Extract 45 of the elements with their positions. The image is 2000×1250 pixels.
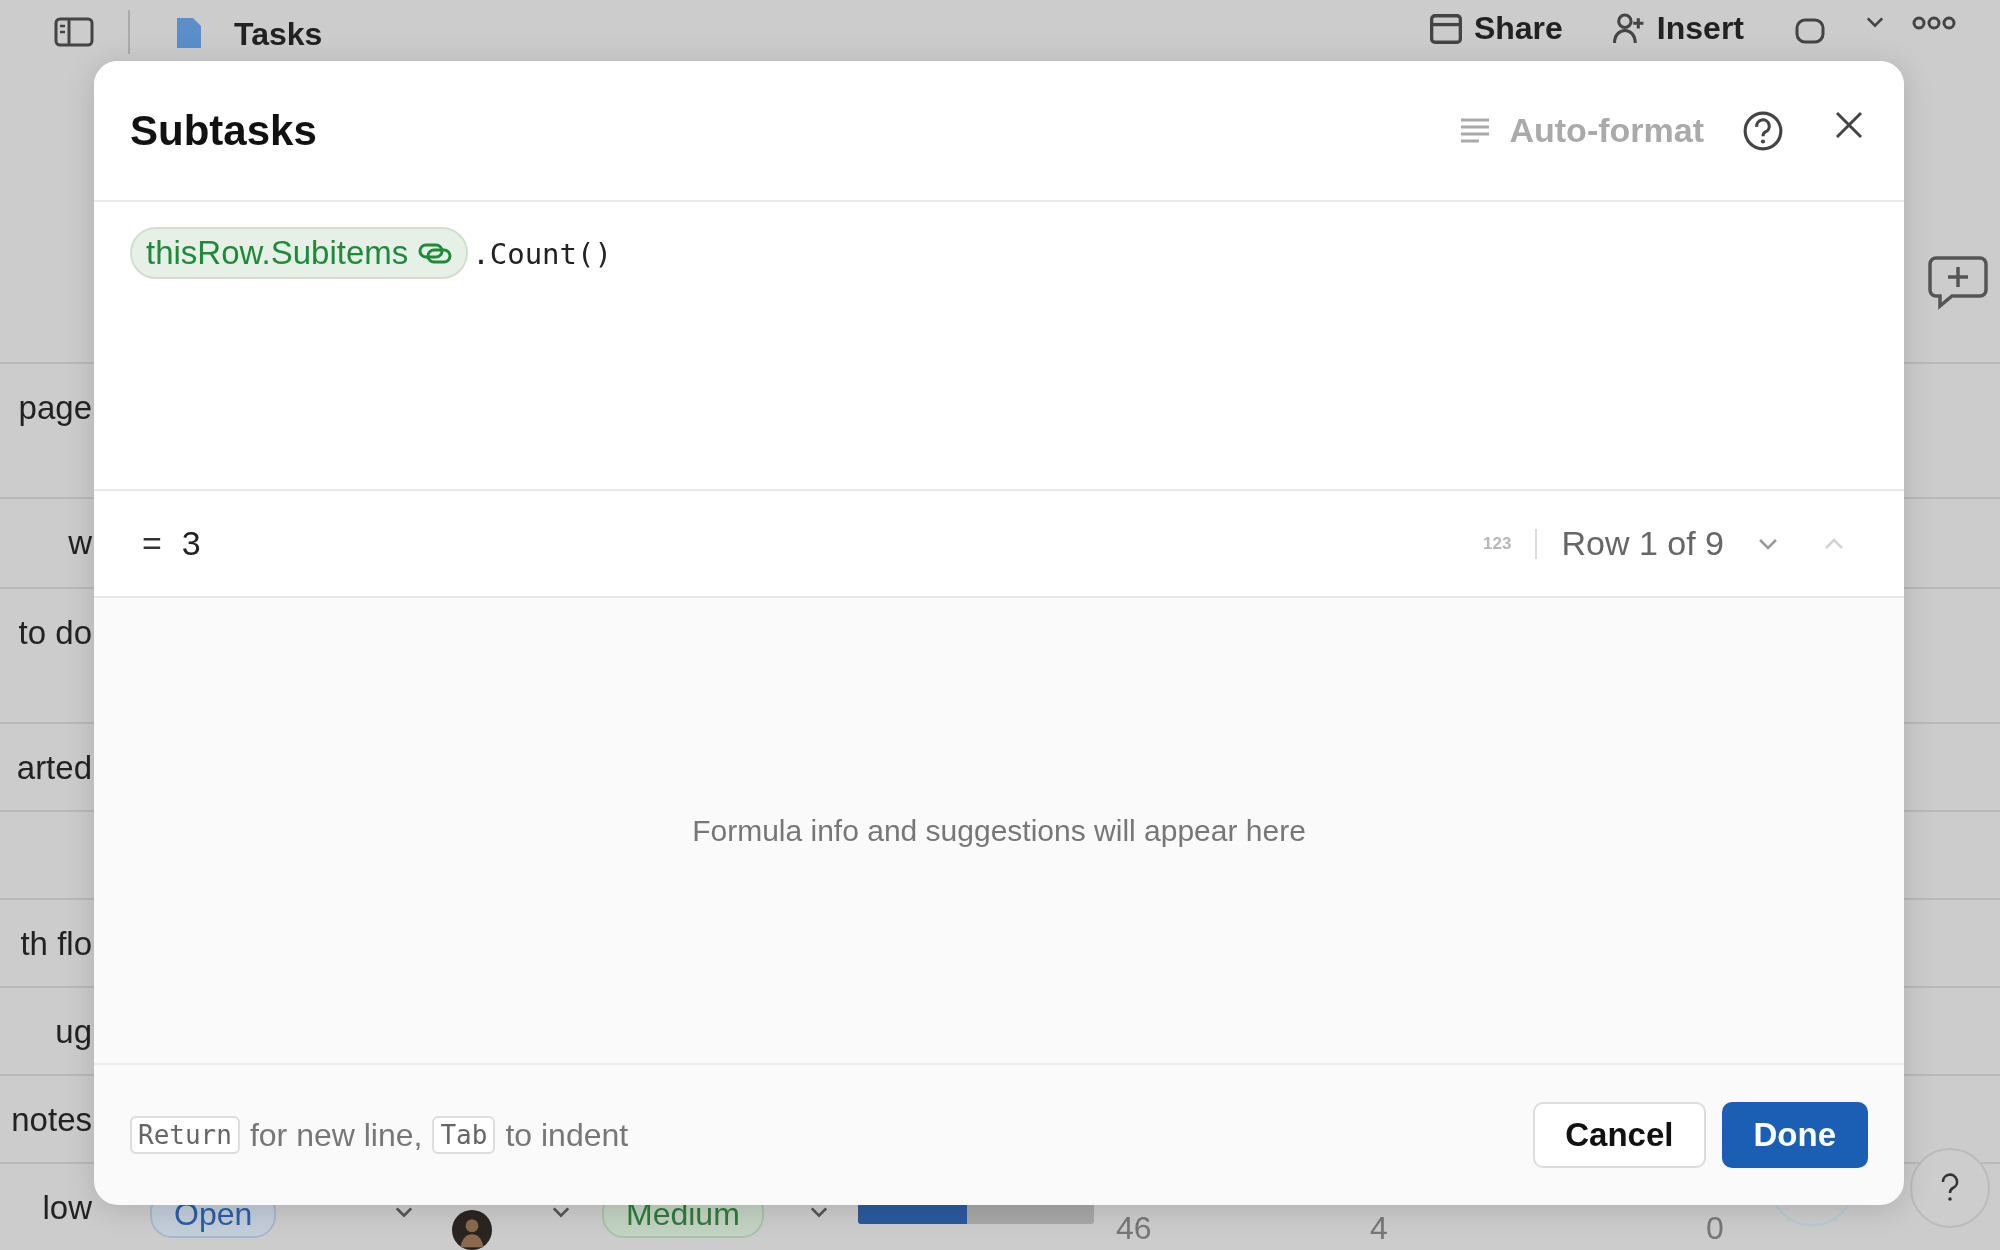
chevron-icon[interactable] [552, 1206, 570, 1218]
chevron-icon[interactable] [810, 1206, 828, 1218]
page-title: Tasks [234, 16, 323, 53]
person-plus-icon [1612, 12, 1645, 45]
question-icon [1940, 1173, 1960, 1203]
dialog-title: Subtasks [130, 106, 317, 155]
result-value: 3 [181, 524, 201, 563]
row-title: w [68, 523, 92, 563]
table-cell: 4 [1370, 1210, 1388, 1246]
key-label: Tab [432, 1116, 496, 1154]
row-title: th flo [20, 924, 92, 964]
info-message: Formula info and suggestions will appear here [692, 813, 1306, 848]
help-icon[interactable] [1742, 109, 1784, 152]
hint-text: to indent [505, 1116, 629, 1154]
column-reference-chip[interactable]: thisRow.Subitems [130, 227, 469, 279]
close-icon[interactable] [1834, 109, 1864, 140]
chevron-icon[interactable] [395, 1206, 413, 1218]
hint-text: for new line, [249, 1116, 423, 1154]
add-comment-icon[interactable] [1926, 254, 1990, 310]
align-icon [1459, 116, 1492, 145]
done-button[interactable]: Done [1721, 1102, 1868, 1168]
row-title: to do [18, 613, 92, 653]
row-title: notes [11, 1100, 92, 1140]
sidebar-toggle-icon[interactable] [54, 16, 94, 48]
row-title: page [18, 388, 92, 428]
row-indicator: Row 1 of 9 [1561, 524, 1724, 563]
toolbar-button[interactable]: Share [1473, 10, 1563, 47]
row-title: ug [55, 1012, 92, 1052]
chevron-icon[interactable] [1866, 16, 1884, 28]
table-cell: 0 [1706, 1210, 1724, 1246]
equals-sign: = [142, 524, 162, 563]
type-indicator: 123 [1483, 533, 1512, 554]
key-label: Return [130, 1116, 240, 1154]
avatar [452, 1210, 492, 1250]
row-title: arted [16, 748, 92, 788]
cancel-button[interactable]: Cancel [1533, 1102, 1706, 1168]
table-icon [1429, 12, 1462, 45]
formula-text: .Count() [472, 237, 612, 271]
document-icon [174, 16, 204, 50]
toolbar-button[interactable]: Insert [1656, 10, 1744, 47]
more-icon[interactable] [1912, 16, 1956, 30]
row-title: low [42, 1188, 92, 1228]
link-rows-icon [418, 242, 453, 264]
chevron-down-icon[interactable] [1758, 537, 1778, 550]
table-cell: 46 [1116, 1210, 1152, 1246]
